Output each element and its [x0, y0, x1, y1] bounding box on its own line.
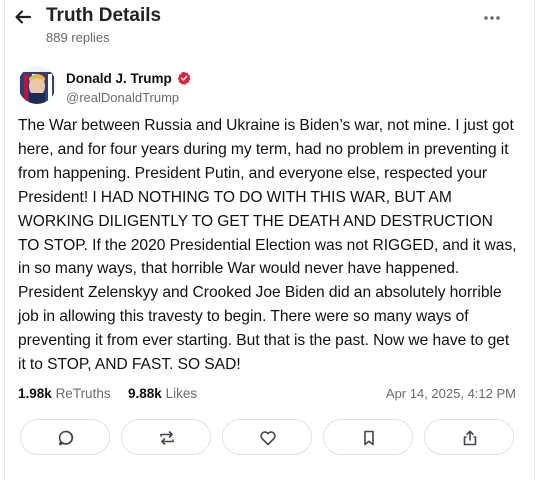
truth-details-view: Truth Details 889 replies Donald J. Trum…: [0, 0, 540, 480]
post-author: Donald J. Trump @realDonaldTrump: [18, 66, 498, 112]
retruth-icon: [160, 431, 174, 445]
author-name: Donald J. Trump: [66, 71, 172, 86]
avatar[interactable]: [18, 66, 56, 104]
likes-count: 9.88k: [128, 386, 162, 401]
right-divider: [534, 0, 535, 480]
reply-button[interactable]: [20, 419, 110, 455]
retruths-label: ReTruths: [55, 386, 111, 401]
ellipsis-icon: [484, 16, 500, 20]
back-button[interactable]: [10, 4, 36, 30]
more-options-button[interactable]: [479, 8, 505, 28]
bookmark-button[interactable]: [323, 419, 413, 455]
retruth-button[interactable]: [121, 419, 211, 455]
avatar-image: [18, 66, 56, 104]
post-stats: 1.98k ReTruths 9.88k Likes Apr 14, 2025,…: [18, 386, 516, 406]
left-divider: [4, 0, 5, 480]
page-header: Truth Details 889 replies: [0, 0, 540, 56]
comment-icon: [58, 430, 74, 446]
action-bar: [20, 419, 516, 457]
page-title: Truth Details: [46, 5, 162, 26]
author-name-row[interactable]: Donald J. Trump: [66, 71, 191, 86]
likes-stat[interactable]: 9.88k Likes: [128, 386, 197, 401]
bookmark-icon: [364, 430, 374, 446]
retruths-count: 1.98k: [18, 386, 52, 401]
heart-icon: [260, 431, 276, 446]
like-button[interactable]: [222, 419, 312, 455]
share-button[interactable]: [424, 419, 514, 455]
share-icon: [463, 430, 477, 446]
likes-label: Likes: [165, 386, 198, 401]
reply-count: 889 replies: [46, 30, 110, 45]
arrow-left-icon: [15, 10, 32, 24]
verified-badge-icon: [177, 71, 191, 85]
retruths-stat[interactable]: 1.98k ReTruths: [18, 386, 111, 401]
author-handle[interactable]: @realDonaldTrump: [66, 90, 179, 105]
post-text: The War between Russia and Ukraine is Bi…: [18, 117, 517, 374]
post-timestamp: Apr 14, 2025, 4:12 PM: [385, 386, 516, 401]
